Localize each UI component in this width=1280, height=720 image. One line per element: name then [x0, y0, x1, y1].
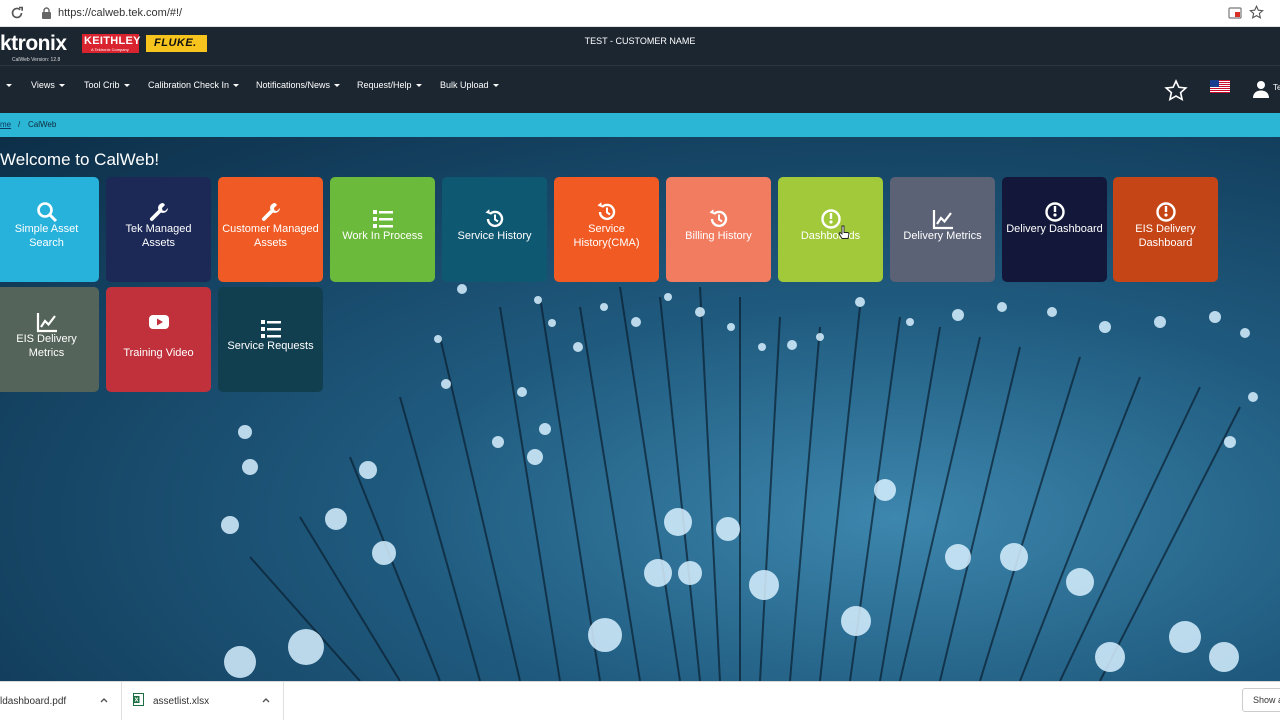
app-header: ktronix CalWeb Version: 12.8 KEITHLEY A …	[0, 27, 1280, 65]
version-label: CalWeb Version: 12.8	[12, 57, 61, 63]
tile-service-history[interactable]: Service History	[442, 177, 547, 282]
dashboard-icon	[778, 208, 883, 230]
show-all-button[interactable]: Show a	[1242, 688, 1280, 712]
customer-name: TEST - CUSTOMER NAME	[584, 36, 696, 46]
nav-calibration-check-in-label: Calibration Check In	[148, 80, 230, 90]
tile-label: Billing History	[685, 230, 752, 242]
history-icon	[442, 208, 547, 230]
keithley-logo-subtext: A Tektronix Company	[91, 47, 129, 52]
nav-request-help-label: Request/Help	[357, 80, 412, 90]
tile-label: EIS Delivery Dashboard	[1135, 223, 1196, 249]
tile-label: Service Requests	[227, 340, 314, 352]
tile-billing-history[interactable]: Billing History	[666, 177, 771, 282]
tile-label: Delivery Metrics	[903, 230, 982, 242]
lock-icon	[42, 7, 51, 19]
chevron-up-icon[interactable]	[99, 695, 109, 705]
tile-label: Tek Managed Assets	[125, 223, 192, 249]
user-name[interactable]: Te	[1273, 83, 1280, 92]
download-shelf: ldashboard.pdf assetlist.xlsx Show a	[0, 681, 1280, 720]
tile-dashboards[interactable]: Dashboards	[778, 177, 883, 282]
nav-bulk-upload[interactable]: Bulk Upload	[440, 80, 499, 90]
download-item-xlsx[interactable]: assetlist.xlsx	[122, 682, 284, 720]
history-icon	[554, 201, 659, 223]
nav-request-help[interactable]: Request/Help	[357, 80, 422, 90]
chevron-up-icon[interactable]	[261, 695, 271, 705]
chart-icon	[890, 208, 995, 230]
breadcrumb: me / CalWeb	[0, 113, 1280, 137]
address-bar[interactable]: https://calweb.tek.com/#!/	[58, 7, 182, 19]
tile-label: Work In Process	[342, 230, 423, 242]
wrench-icon	[106, 201, 211, 223]
favorites-star-icon[interactable]	[1164, 79, 1188, 103]
nav-menu-caret[interactable]	[2, 80, 12, 90]
bookmark-star-icon[interactable]	[1249, 5, 1264, 20]
nav-tool-crib[interactable]: Tool Crib	[84, 80, 130, 90]
tile-simple-asset-search[interactable]: Simple Asset Search	[0, 177, 99, 282]
history-icon	[666, 208, 771, 230]
main-content: Welcome to CalWeb! Simple Asset Search T…	[0, 137, 1280, 681]
tile-label: Customer Managed Assets	[222, 223, 319, 249]
tile-service-requests[interactable]: Service Requests	[218, 287, 323, 392]
download-filename: assetlist.xlsx	[153, 696, 210, 707]
tile-label: Simple Asset Search	[14, 223, 79, 249]
nav-views[interactable]: Views	[31, 80, 65, 90]
tile-customer-managed-assets[interactable]: Customer Managed Assets	[218, 177, 323, 282]
tile-label: Service History(CMA)	[573, 223, 640, 249]
list-icon	[218, 318, 323, 340]
tile-tek-managed-assets[interactable]: Tek Managed Assets	[106, 177, 211, 282]
wrench-icon	[218, 201, 323, 223]
nav-tool-crib-label: Tool Crib	[84, 80, 120, 90]
nav-bulk-upload-label: Bulk Upload	[440, 80, 489, 90]
tile-label: Service History	[457, 230, 532, 242]
breadcrumb-home-link[interactable]: me	[0, 120, 11, 129]
user-icon[interactable]	[1252, 80, 1270, 98]
tile-delivery-dashboard[interactable]: Delivery Dashboard	[1002, 177, 1107, 282]
tile-label: EIS Delivery Metrics	[16, 333, 77, 359]
nav-views-label: Views	[31, 80, 55, 90]
tile-eis-delivery-metrics[interactable]: EIS Delivery Metrics	[0, 287, 99, 392]
tile-work-in-process[interactable]: Work In Process	[330, 177, 435, 282]
search-icon	[0, 201, 99, 223]
breadcrumb-current: CalWeb	[28, 120, 57, 129]
dashboard-icon	[1113, 201, 1218, 223]
tile-eis-delivery-dashboard[interactable]: EIS Delivery Dashboard	[1113, 177, 1218, 282]
list-icon	[330, 208, 435, 230]
extension-icon[interactable]	[1228, 6, 1242, 20]
us-flag-icon[interactable]	[1210, 80, 1230, 93]
nav-notifications-news[interactable]: Notifications/News	[256, 80, 341, 90]
welcome-heading: Welcome to CalWeb!	[0, 150, 160, 169]
tile-label: Delivery Dashboard	[1006, 223, 1103, 235]
nav-notifications-news-label: Notifications/News	[256, 80, 331, 90]
mouse-cursor-icon	[838, 225, 850, 239]
tile-delivery-metrics[interactable]: Delivery Metrics	[890, 177, 995, 282]
breadcrumb-separator: /	[18, 120, 21, 129]
download-filename: ldashboard.pdf	[0, 696, 67, 707]
tile-service-history-cma[interactable]: Service History(CMA)	[554, 177, 659, 282]
reload-icon[interactable]	[10, 6, 24, 20]
browser-toolbar: https://calweb.tek.com/#!/	[0, 0, 1280, 27]
excel-file-icon	[133, 693, 144, 706]
tile-label: Training Video	[123, 347, 194, 359]
nav-calibration-check-in[interactable]: Calibration Check In	[148, 80, 240, 90]
dashboard-icon	[1002, 201, 1107, 223]
main-nav: Views Tool Crib Calibration Check In Not…	[0, 65, 1280, 113]
chart-icon	[0, 311, 99, 333]
tile-label: Dashboards	[800, 230, 861, 242]
download-item-pdf[interactable]: ldashboard.pdf	[0, 682, 122, 720]
youtube-icon	[106, 311, 211, 333]
tile-training-video[interactable]: Training Video	[106, 287, 211, 392]
